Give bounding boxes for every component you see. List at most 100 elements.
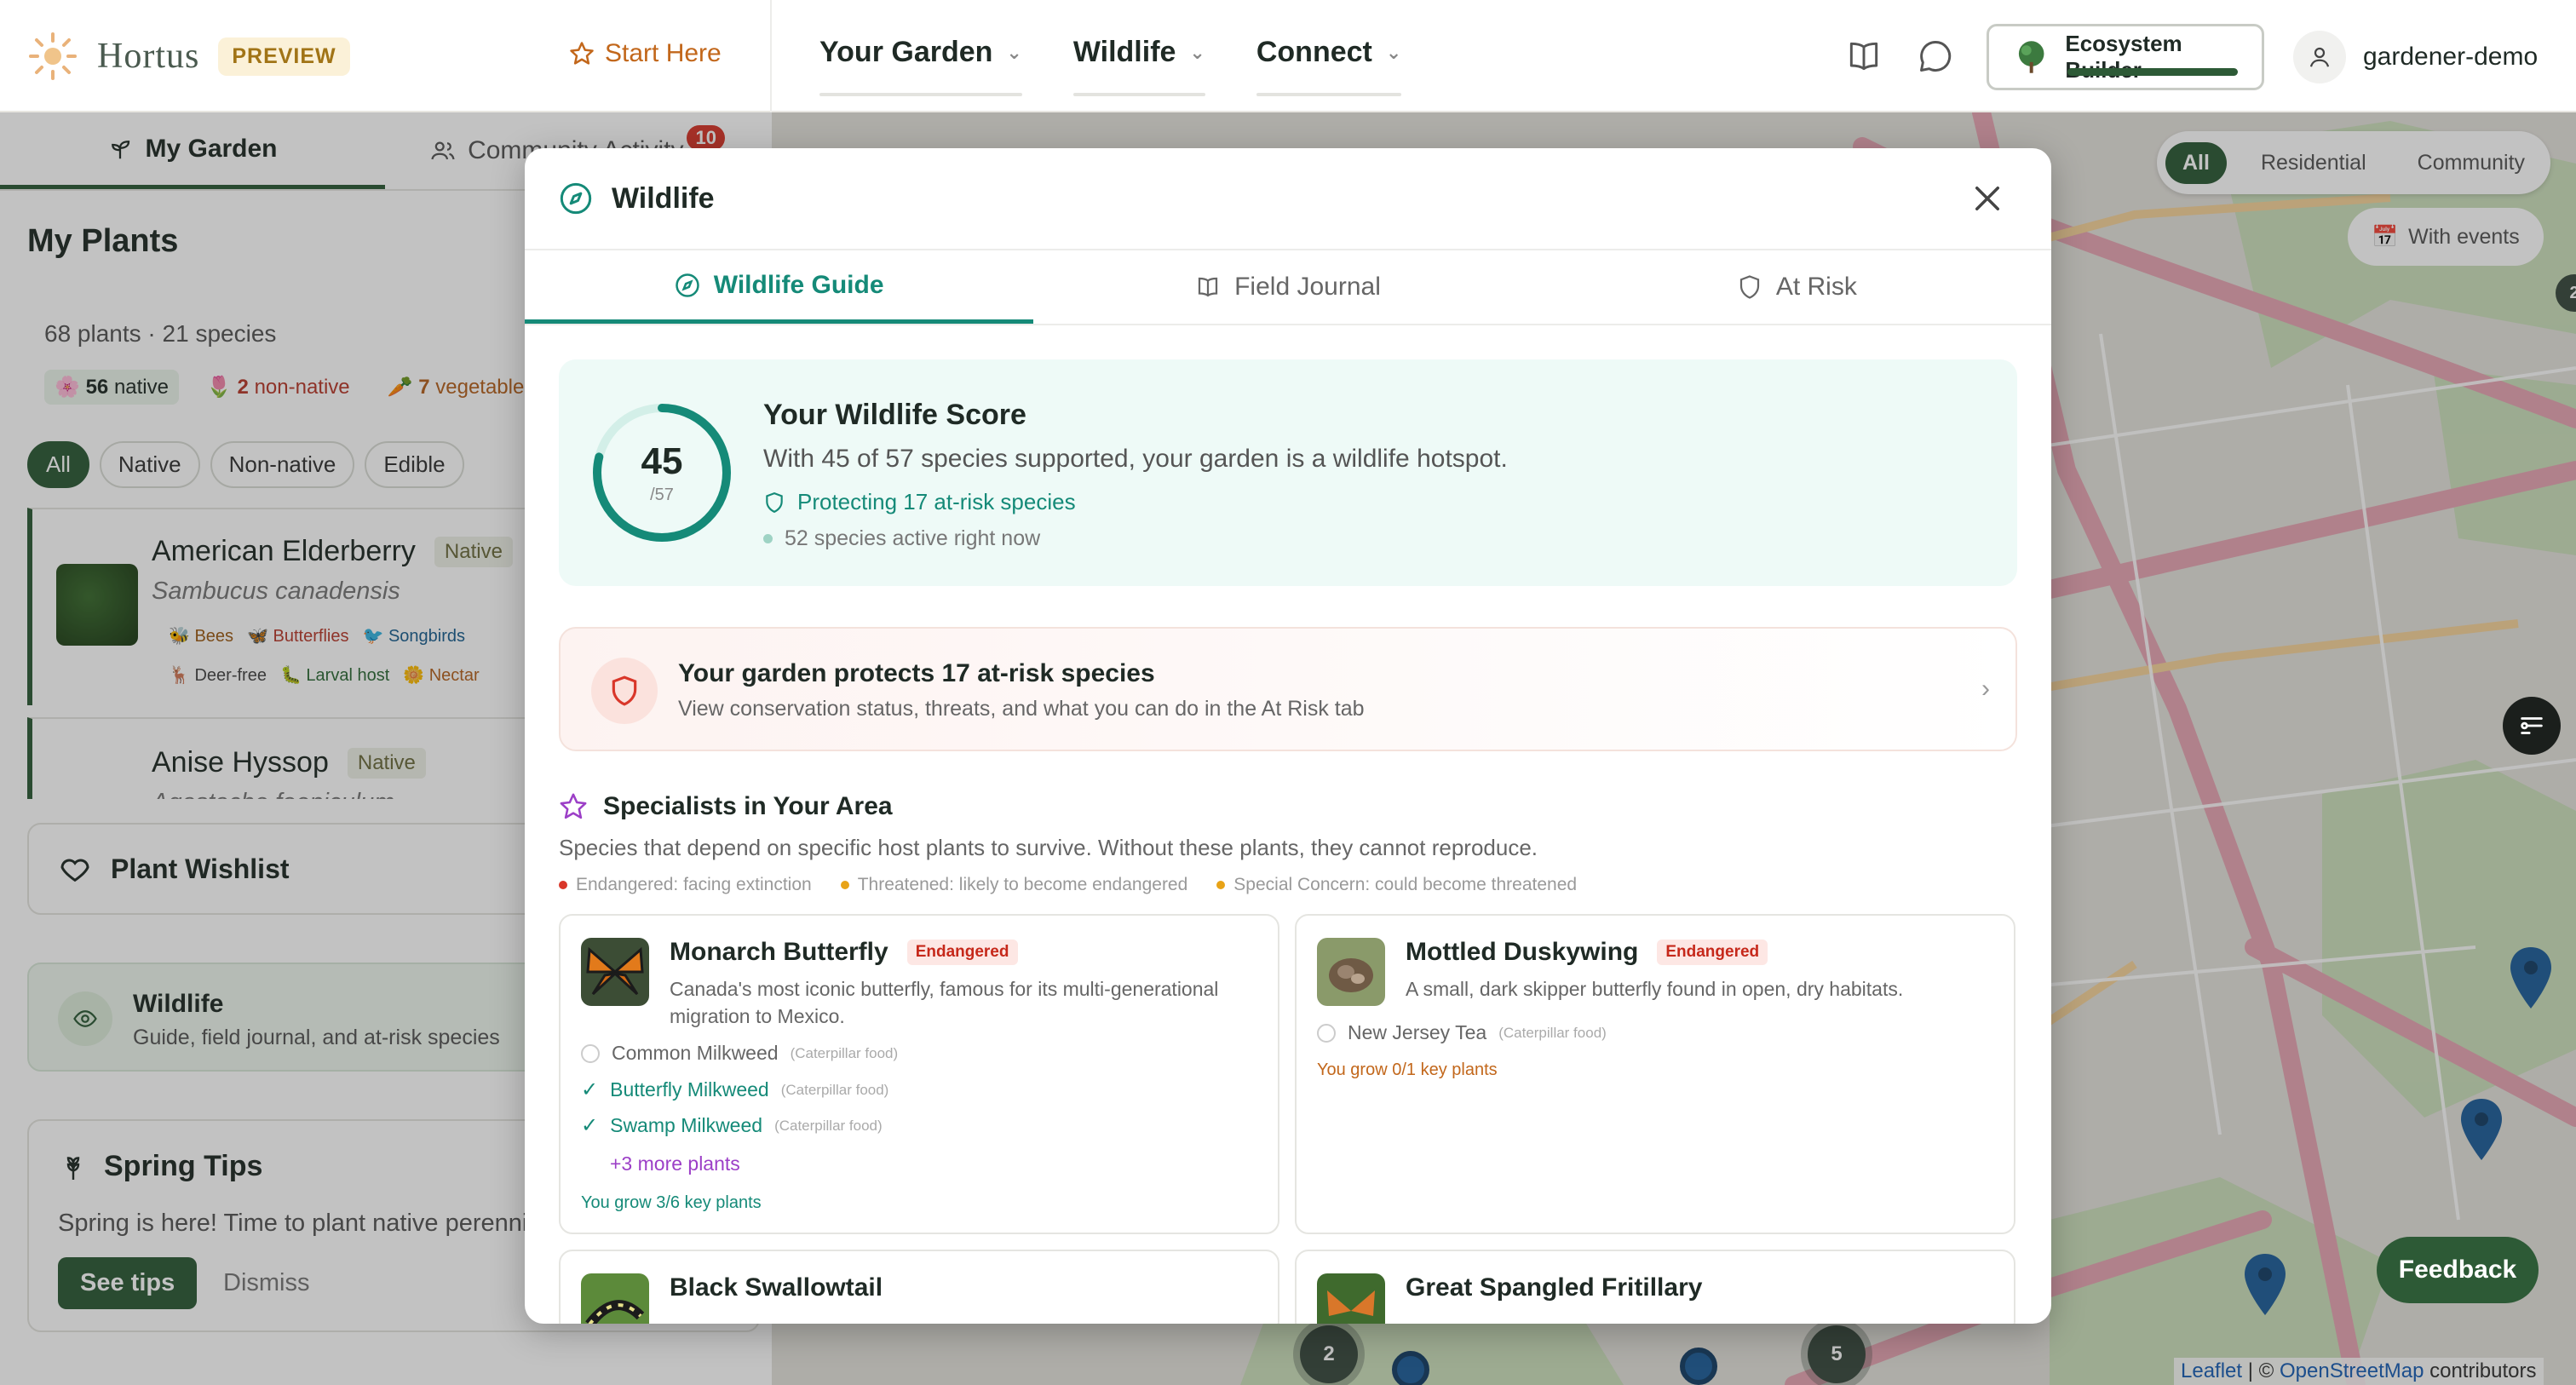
filter-icon <box>2521 717 2543 734</box>
host-plant-name: Butterfly Milkweed <box>610 1078 769 1101</box>
avatar <box>2293 31 2346 83</box>
shield-icon <box>766 491 783 513</box>
species-card[interactable]: Black Swallowtail <box>559 1250 1279 1324</box>
status-badge: Endangered <box>1657 940 1768 965</box>
chevron-right-icon: › <box>1981 675 1990 703</box>
sun-logo-icon <box>27 31 78 82</box>
specialists-title: Specialists in Your Area <box>603 792 893 820</box>
circle-icon <box>581 1043 600 1063</box>
start-here-link[interactable]: Start Here <box>569 39 722 68</box>
nav-connect-label: Connect <box>1256 36 1372 68</box>
shield-icon <box>1739 275 1759 299</box>
book-icon[interactable] <box>1845 37 1883 75</box>
tab-field-journal-label: Field Journal <box>1234 273 1381 301</box>
book-icon <box>1198 277 1218 297</box>
check-icon: ✓ <box>581 1078 599 1101</box>
host-plant-note: (Caterpillar food) <box>780 1081 889 1098</box>
modal-title: Wildlife <box>612 181 715 215</box>
preview-badge: PREVIEW <box>218 37 350 76</box>
species-card[interactable]: Monarch Butterfly Endangered Canada's mos… <box>559 914 1279 1234</box>
protecting-line: Protecting 17 at-risk species <box>763 489 1076 515</box>
host-plant-row: New Jersey Tea (Caterpillar food) <box>1317 1021 1607 1044</box>
at-risk-banner[interactable]: Your garden protects 17 at-risk species … <box>559 627 2017 751</box>
species-name: Monarch Butterfly <box>670 938 888 966</box>
host-plant-name: New Jersey Tea <box>1348 1021 1487 1043</box>
compass-icon <box>676 273 699 297</box>
host-plant-row: ✓ Butterfly Milkweed (Caterpillar food) <box>581 1078 888 1102</box>
active-line: 52 species active right now <box>763 526 1040 551</box>
tab-wildlife-guide[interactable]: Wildlife Guide <box>525 250 1034 324</box>
nav-wildlife-label: Wildlife <box>1072 36 1176 68</box>
score-total: /57 <box>650 486 674 504</box>
status-legend: Endangered: facing extinction Threatened… <box>559 875 2017 895</box>
score-description: With 45 of 57 species supported, your ga… <box>763 445 1508 473</box>
species-thumbnail <box>581 938 649 1006</box>
nav-underline <box>1072 93 1205 96</box>
at-risk-title: Your garden protects 17 at-risk species <box>678 659 1155 687</box>
legend-special-concern: Special Concern: could become threatened <box>1216 875 1577 895</box>
host-plant-row: Common Milkweed (Caterpillar food) <box>581 1042 898 1065</box>
legend-dot <box>559 881 567 889</box>
score-title: Your Wildlife Score <box>763 399 1026 431</box>
host-plant-name: Swamp Milkweed <box>610 1114 763 1136</box>
user-menu[interactable]: gardener-demo <box>2293 31 2538 83</box>
nav-your-garden[interactable]: Your Garden ⌄ <box>819 36 1022 96</box>
tab-at-risk-label: At Risk <box>1775 273 1857 301</box>
tab-at-risk[interactable]: At Risk <box>1543 250 2051 324</box>
grow-summary: You grow 3/6 key plants <box>581 1193 762 1212</box>
species-name: Black Swallowtail <box>670 1273 883 1302</box>
species-thumbnail <box>1317 1273 1385 1324</box>
legend-dot <box>840 881 849 889</box>
username: gardener-demo <box>2363 43 2539 71</box>
ecosystem-progress-bar <box>2067 68 2238 76</box>
legend-label: Special Concern: could become threatened <box>1233 875 1578 894</box>
nav-your-garden-label: Your Garden <box>819 36 993 68</box>
chevron-down-icon: ⌄ <box>1189 41 1205 63</box>
host-plant-note: (Caterpillar food) <box>790 1044 899 1061</box>
at-risk-description: View conservation status, threats, and w… <box>678 697 1365 721</box>
compass-icon <box>560 182 592 215</box>
brand-logo[interactable]: Hortus PREVIEW <box>27 31 350 82</box>
brand-name: Hortus <box>97 37 200 76</box>
tree-icon <box>2018 41 2044 73</box>
tab-field-journal[interactable]: Field Journal <box>1033 250 1542 324</box>
close-icon[interactable] <box>1969 181 2005 216</box>
shield-icon <box>591 658 658 724</box>
legend-endangered: Endangered: facing extinction <box>559 875 812 895</box>
nav-divider <box>770 0 772 112</box>
chevron-down-icon: ⌄ <box>1006 41 1022 63</box>
legend-label: Threatened: likely to become endangered <box>857 875 1188 894</box>
nav-wildlife[interactable]: Wildlife ⌄ <box>1072 36 1205 96</box>
more-plants-link[interactable]: +3 more plants <box>610 1152 740 1175</box>
circle-icon <box>1317 1023 1336 1043</box>
chat-icon[interactable] <box>1917 37 1954 75</box>
nav-underline <box>819 93 1022 96</box>
species-card[interactable]: Mottled Duskywing Endangered A small, dar… <box>1295 914 2015 1234</box>
specialists-header: Specialists in Your Area <box>559 792 2017 821</box>
chevron-down-icon: ⌄ <box>1385 41 1402 63</box>
species-name: Great Spangled Fritillary <box>1406 1273 1703 1302</box>
protecting-text: Protecting 17 at-risk species <box>797 489 1076 514</box>
host-plant-name: Common Milkweed <box>612 1042 779 1064</box>
grow-summary: You grow 0/1 key plants <box>1317 1060 1498 1079</box>
species-thumbnail <box>581 1273 649 1324</box>
feedback-button[interactable]: Feedback <box>2377 1237 2539 1303</box>
species-thumbnail <box>1317 938 1385 1006</box>
host-plant-note: (Caterpillar food) <box>774 1117 883 1134</box>
species-card[interactable]: Great Spangled Fritillary <box>1295 1250 2015 1324</box>
nav-connect[interactable]: Connect ⌄ <box>1256 36 1402 96</box>
ecosystem-builder-button[interactable]: Ecosystem Builder <box>1987 24 2264 90</box>
wildlife-score-card: 45 /57 Your Wildlife Score With 45 of 57… <box>559 359 2017 586</box>
star-icon <box>560 793 587 819</box>
host-plant-note: (Caterpillar food) <box>1498 1024 1607 1041</box>
check-icon: ✓ <box>581 1114 599 1137</box>
wildlife-modal: Wildlife Wildlife Guide Field Journal At… <box>525 148 2051 1324</box>
map-layers-button[interactable] <box>2503 697 2561 755</box>
specialists-description: Species that depend on specific host pla… <box>559 835 1538 860</box>
star-icon <box>570 42 594 65</box>
legend-dot <box>1216 881 1226 889</box>
active-dot <box>763 534 773 543</box>
user-icon <box>2309 47 2330 67</box>
legend-label: Endangered: facing extinction <box>576 875 812 894</box>
species-name: Mottled Duskywing <box>1406 938 1639 966</box>
